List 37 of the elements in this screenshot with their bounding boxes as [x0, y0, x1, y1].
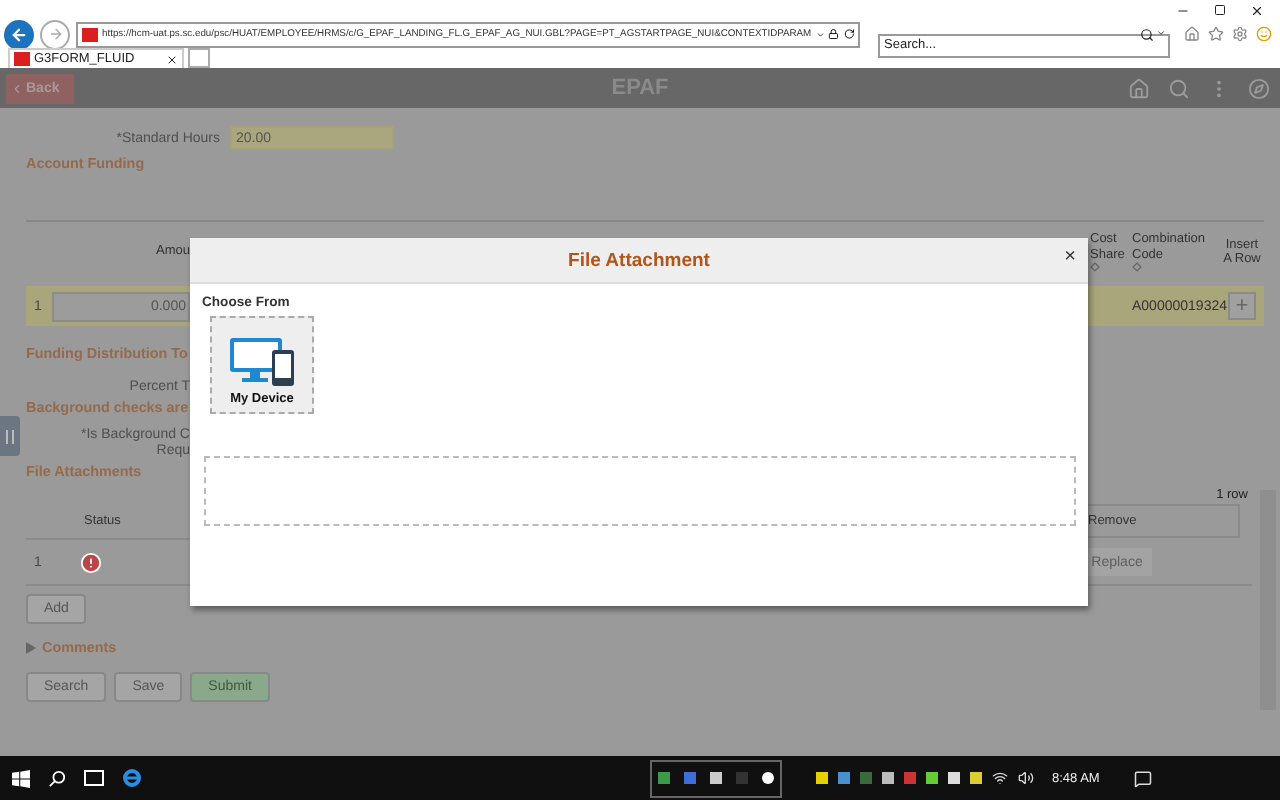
close-button[interactable]: × [1062, 248, 1078, 268]
devices-icon [228, 336, 296, 388]
network-icon [992, 770, 1008, 786]
compass-icon[interactable] [1248, 77, 1270, 99]
new-tab-button[interactable] [188, 48, 210, 68]
dropdown-icon [1156, 28, 1166, 38]
lock-icon [828, 28, 840, 40]
close-icon[interactable] [166, 53, 178, 65]
arrow-left-icon [10, 25, 28, 43]
maximize-icon[interactable] [1214, 4, 1226, 16]
smiley-icon[interactable] [1256, 26, 1272, 42]
insert-row-button[interactable]: + [1228, 292, 1256, 320]
sort-icon [1090, 261, 1100, 272]
caret-icon [26, 641, 36, 653]
search-icon [1140, 28, 1154, 42]
start-icon[interactable] [12, 769, 30, 787]
search-icon[interactable] [48, 769, 66, 787]
back-button[interactable] [4, 19, 34, 49]
favicon-icon [82, 27, 98, 41]
star-icon[interactable] [1208, 26, 1224, 42]
side-panel-handle[interactable] [0, 416, 20, 456]
home-icon[interactable] [1184, 26, 1200, 42]
sort-icon [1132, 261, 1142, 272]
home-icon[interactable] [1128, 77, 1150, 99]
arrow-right-icon [47, 26, 63, 42]
browser-icon[interactable] [122, 768, 142, 788]
task-view-icon[interactable] [84, 770, 104, 786]
volume-icon [1018, 770, 1034, 786]
refresh-icon[interactable] [843, 28, 854, 40]
notifications-icon[interactable] [1133, 769, 1152, 787]
favicon-icon [14, 52, 30, 66]
dropdown-icon [815, 29, 825, 39]
forward-button[interactable] [40, 19, 70, 49]
settings-icon[interactable] [1232, 26, 1248, 42]
close-icon[interactable] [1250, 3, 1264, 17]
chevron-left-icon [10, 81, 24, 95]
dialog-title: File Attachment [568, 249, 710, 271]
